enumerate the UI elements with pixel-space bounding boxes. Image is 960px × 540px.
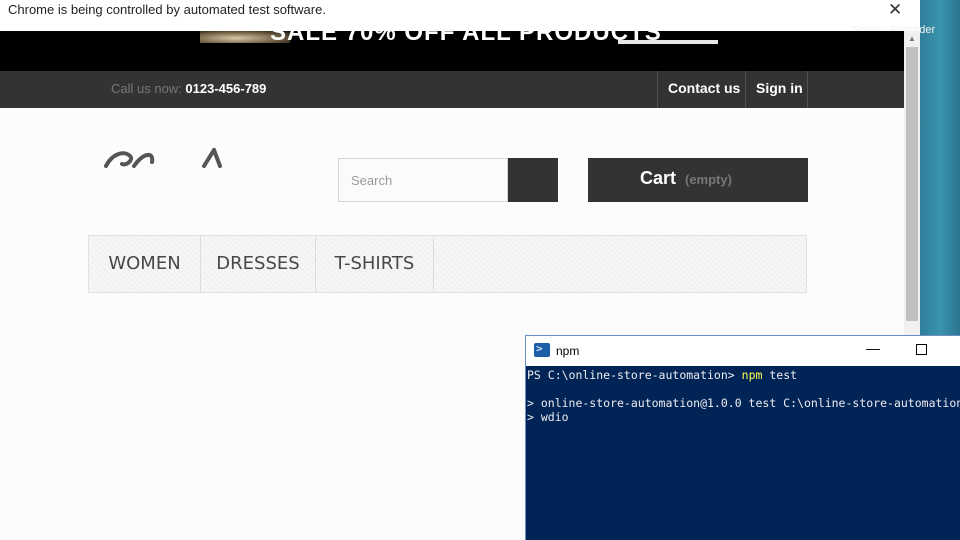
top-nav-bar: Call us now: 0123-456-789 Contact us Sig… — [0, 71, 904, 108]
terminal-command: npm — [741, 368, 763, 382]
cart-label: Cart — [640, 168, 677, 188]
promo-banner[interactable]: SALE 70% OFF ALL PRODUCTS — [0, 31, 904, 71]
menu-item-dresses[interactable]: DRESSES — [201, 236, 316, 292]
terminal-line: PS C:\online-store-automation> npm test — [527, 368, 797, 382]
nav-divider — [657, 71, 658, 108]
terminal-titlebar[interactable]: > npm — — [526, 336, 960, 366]
terminal-command-arg: test — [762, 368, 798, 382]
call-us-label: Call us now: 0123-456-789 — [111, 81, 266, 96]
search-button[interactable] — [508, 158, 558, 202]
terminal-prompt: PS C:\online-store-automation> — [527, 368, 742, 382]
automation-infobar: Chrome is being controlled by automated … — [0, 0, 920, 32]
banner-button[interactable] — [618, 40, 718, 44]
phone-number: 0123-456-789 — [185, 81, 267, 96]
terminal-line: > wdio — [527, 410, 569, 424]
banner-text: SALE 70% OFF ALL PRODUCTS — [270, 31, 662, 46]
terminal-title: npm — [556, 344, 580, 358]
nav-divider — [807, 71, 808, 108]
sign-in-link[interactable]: Sign in — [756, 80, 803, 96]
maximize-icon[interactable] — [916, 344, 927, 355]
search-input[interactable] — [338, 158, 508, 202]
main-menu: WOMEN DRESSES T-SHIRTS — [88, 235, 807, 293]
store-logo[interactable] — [104, 148, 234, 168]
terminal-window[interactable]: > npm — PS C:\online-store-automation> n… — [525, 335, 960, 540]
terminal-output[interactable]: PS C:\online-store-automation> npm test … — [526, 366, 960, 540]
infobar-text: Chrome is being controlled by automated … — [8, 2, 326, 17]
minimize-icon[interactable]: — — [866, 340, 880, 356]
menu-item-women[interactable]: WOMEN — [89, 236, 201, 292]
nav-divider — [745, 71, 746, 108]
scrollbar-thumb[interactable] — [906, 47, 918, 321]
contact-us-link[interactable]: Contact us — [668, 80, 740, 96]
cart-quantity: (empty) — [685, 172, 732, 187]
call-us-text: Call us now: — [111, 81, 186, 96]
terminal-line: > online-store-automation@1.0.0 test C:\… — [527, 396, 960, 410]
powershell-icon: > — [534, 342, 550, 357]
cart-button[interactable]: Cart (empty) — [588, 158, 808, 202]
menu-item-tshirts[interactable]: T-SHIRTS — [316, 236, 434, 292]
scroll-up-icon[interactable]: ▲ — [904, 31, 920, 47]
